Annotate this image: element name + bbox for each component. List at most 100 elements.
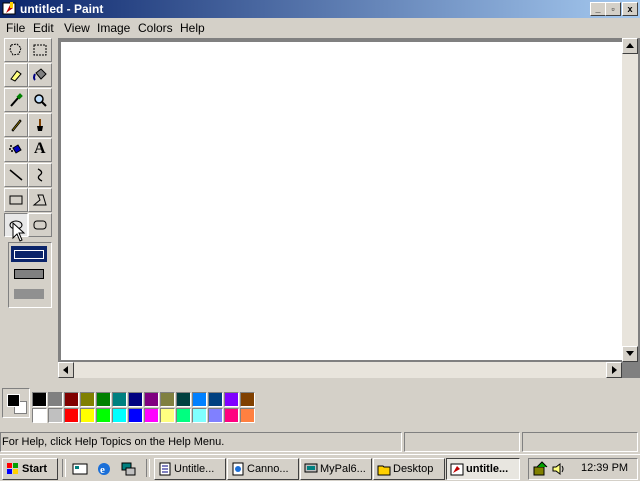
arrow-left-icon xyxy=(63,366,68,374)
internet-explorer-icon[interactable]: e xyxy=(96,461,112,477)
scroll-up-button[interactable] xyxy=(622,38,638,54)
minimize-button[interactable]: _ xyxy=(590,2,606,16)
color-swatch[interactable] xyxy=(160,392,175,407)
tool-pick-color[interactable] xyxy=(4,88,28,112)
tool-polygon[interactable] xyxy=(28,188,52,212)
tool-text[interactable]: A xyxy=(28,138,52,162)
color-swatch[interactable] xyxy=(176,408,191,423)
color-swatch[interactable] xyxy=(80,408,95,423)
color-swatch[interactable] xyxy=(144,408,159,423)
color-swatch[interactable] xyxy=(224,408,239,423)
drawing-canvas[interactable] xyxy=(61,42,623,360)
menu-image[interactable]: Image xyxy=(97,21,130,35)
brush-icon xyxy=(37,119,43,131)
color-swatch[interactable] xyxy=(96,408,111,423)
select-icon xyxy=(33,44,47,56)
horizontal-scrollbar[interactable] xyxy=(58,362,622,378)
color-swatch[interactable] xyxy=(64,408,79,423)
title-bar[interactable]: untitled - Paint _ ▫ x xyxy=(0,0,640,18)
fill-icon xyxy=(33,68,47,81)
color-swatch[interactable] xyxy=(112,408,127,423)
paint-app-icon xyxy=(2,2,16,15)
pencil-icon xyxy=(11,119,22,132)
color-swatch[interactable] xyxy=(128,408,143,423)
arrow-right-icon xyxy=(612,366,617,374)
vertical-scrollbar[interactable] xyxy=(622,38,638,362)
color-swatch[interactable] xyxy=(48,392,63,407)
color-palette xyxy=(0,384,260,424)
color-swatch[interactable] xyxy=(48,408,63,423)
tool-line[interactable] xyxy=(4,163,28,187)
color-swatch[interactable] xyxy=(96,392,111,407)
color-swatch[interactable] xyxy=(64,392,79,407)
menu-view[interactable]: View xyxy=(64,21,90,35)
tool-pencil[interactable] xyxy=(4,113,28,137)
tool-magnifier[interactable] xyxy=(28,88,52,112)
tool-brush[interactable] xyxy=(28,113,52,137)
minimize-icon: _ xyxy=(595,4,601,14)
computer-icon xyxy=(304,463,318,473)
arrow-up-icon xyxy=(626,43,634,48)
status-position-panel xyxy=(404,432,520,452)
airbrush-icon xyxy=(9,144,22,154)
menu-file[interactable]: File xyxy=(6,21,25,35)
scroll-left-button[interactable] xyxy=(58,362,74,378)
menu-help[interactable]: Help xyxy=(180,21,205,35)
network-icon[interactable] xyxy=(120,461,136,477)
close-button[interactable]: x xyxy=(622,2,638,16)
show-desktop-icon[interactable] xyxy=(72,461,88,477)
color-swatch[interactable] xyxy=(224,392,239,407)
outline-swatch xyxy=(14,250,44,259)
fill-option-fill[interactable] xyxy=(14,289,44,299)
menu-colors[interactable]: Colors xyxy=(138,21,173,35)
windows-logo-icon xyxy=(7,463,18,475)
task-mypal[interactable]: MyPal6... xyxy=(300,458,372,480)
start-button[interactable]: Start xyxy=(2,458,58,480)
text-icon: A xyxy=(34,140,46,157)
volume-icon[interactable] xyxy=(551,461,567,477)
task-cannot[interactable]: Canno... xyxy=(227,458,299,480)
tool-airbrush[interactable] xyxy=(4,138,28,162)
color-swatch[interactable] xyxy=(208,392,223,407)
task-label: Desktop xyxy=(393,463,434,475)
color-swatch[interactable] xyxy=(208,408,223,423)
close-icon: x xyxy=(627,4,633,14)
scroll-down-button[interactable] xyxy=(622,346,638,362)
color-swatch[interactable] xyxy=(240,392,255,407)
tool-select[interactable] xyxy=(28,38,52,62)
color-swatch[interactable] xyxy=(192,392,207,407)
color-swatch[interactable] xyxy=(32,392,47,407)
color-swatch[interactable] xyxy=(160,408,175,423)
folder-icon xyxy=(377,465,391,476)
color-swatch[interactable] xyxy=(128,392,143,407)
maximize-button[interactable]: ▫ xyxy=(605,2,621,16)
color-swatch[interactable] xyxy=(176,392,191,407)
color-swatch[interactable] xyxy=(192,408,207,423)
scroll-right-button[interactable] xyxy=(606,362,622,378)
color-swatch[interactable] xyxy=(32,408,47,423)
tool-free-form-select[interactable] xyxy=(4,38,28,62)
pick-color-icon xyxy=(10,93,23,107)
eraser-icon xyxy=(10,70,22,82)
color-swatch[interactable] xyxy=(144,392,159,407)
task-untitled-paint[interactable]: untitle... xyxy=(446,458,520,480)
window-title: untitled - Paint xyxy=(20,2,104,16)
color-swatch[interactable] xyxy=(240,408,255,423)
taskbar-divider xyxy=(146,459,150,477)
tool-curve[interactable] xyxy=(28,163,52,187)
tool-fill[interactable] xyxy=(28,63,52,87)
color-swatch[interactable] xyxy=(80,392,95,407)
tool-rounded-rectangle[interactable] xyxy=(28,213,52,237)
task-scheduler-icon[interactable] xyxy=(533,461,549,477)
clock[interactable]: 12:39 PM xyxy=(581,462,628,474)
task-desktop[interactable]: Desktop xyxy=(373,458,445,480)
color-swatch[interactable] xyxy=(112,392,127,407)
fill-option-outline-fill[interactable] xyxy=(14,269,44,279)
current-colors[interactable] xyxy=(2,388,30,418)
task-untitled-notepad[interactable]: Untitle... xyxy=(154,458,226,480)
menu-edit[interactable]: Edit xyxy=(33,21,54,35)
status-bar: For Help, click Help Topics on the Help … xyxy=(0,430,640,452)
fill-option-outline[interactable] xyxy=(11,246,47,262)
tool-eraser[interactable] xyxy=(4,63,28,87)
tool-rectangle[interactable] xyxy=(4,188,28,212)
